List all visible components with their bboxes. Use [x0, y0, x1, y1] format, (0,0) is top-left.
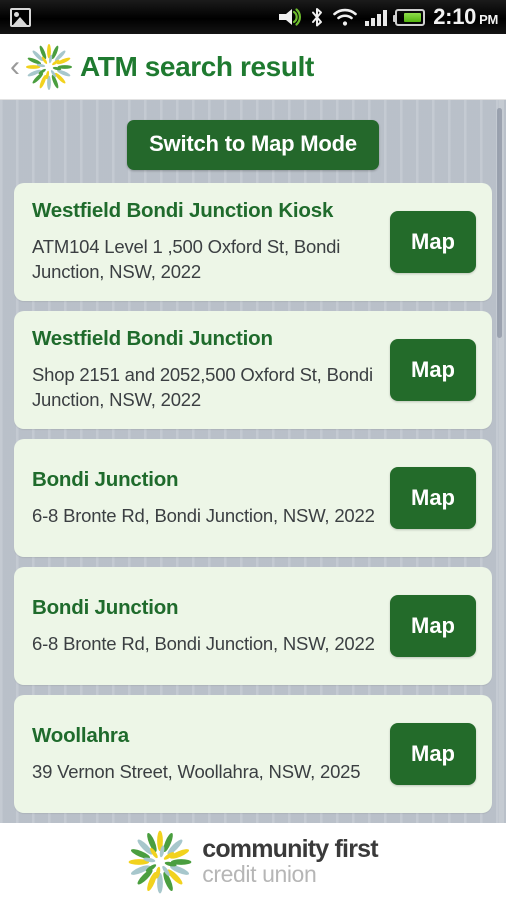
battery-icon [393, 8, 426, 26]
switch-to-map-mode-button[interactable]: Switch to Map Mode [127, 120, 379, 170]
atm-result-list: Westfield Bondi Junction Kiosk ATM104 Lev… [0, 183, 506, 813]
atm-result-card[interactable]: Westfield Bondi Junction Kiosk ATM104 Lev… [14, 183, 492, 301]
clock-ampm: PM [479, 12, 498, 27]
status-clock: 2:10 PM [433, 4, 498, 30]
mode-switch-container: Switch to Map Mode [0, 100, 506, 183]
map-button[interactable]: Map [390, 723, 476, 785]
community-first-starburst-icon [128, 830, 192, 894]
back-chevron-icon[interactable]: ‹ [6, 51, 24, 82]
wifi-icon [333, 8, 358, 27]
map-button[interactable]: Map [390, 467, 476, 529]
atm-address: Shop 2151 and 2052,500 Oxford St, Bondi … [32, 364, 373, 410]
atm-result-text: Bondi Junction 6-8 Bronte Rd, Bondi Junct… [32, 468, 390, 529]
brand-name-secondary: credit union [202, 861, 317, 887]
photo-icon [10, 7, 31, 27]
brand-wordmark: community first credit union [202, 837, 378, 886]
bluetooth-icon [309, 7, 325, 28]
scrollbar-thumb[interactable] [497, 108, 502, 338]
atm-address: 6-8 Bronte Rd, Bondi Junction, NSW, 2022 [32, 504, 375, 526]
atm-address: ATM104 Level 1 ,500 Oxford St, Bondi Jun… [32, 236, 341, 282]
ringer-sound-icon [277, 7, 302, 27]
atm-result-text: Bondi Junction 6-8 Bronte Rd, Bondi Junct… [32, 596, 390, 657]
atm-result-text: Woollahra 39 Vernon Street, Woollahra, NS… [32, 724, 390, 785]
atm-result-text: Westfield Bondi Junction Kiosk ATM104 Lev… [32, 199, 390, 284]
atm-name: Bondi Junction [32, 595, 179, 619]
atm-result-card[interactable]: Westfield Bondi Junction Shop 2151 and 20… [14, 311, 492, 429]
atm-result-card[interactable]: Woollahra 39 Vernon Street, Woollahra, NS… [14, 695, 492, 813]
cellular-signal-icon [365, 9, 388, 26]
brand-name-primary: community first [202, 835, 378, 863]
community-first-starburst-icon [25, 43, 73, 91]
atm-name: Woollahra [32, 723, 129, 747]
map-button[interactable]: Map [390, 211, 476, 273]
atm-address: 39 Vernon Street, Woollahra, NSW, 2025 [32, 760, 361, 782]
atm-name: Westfield Bondi Junction [32, 327, 273, 351]
atm-address: 6-8 Bronte Rd, Bondi Junction, NSW, 2022 [32, 632, 375, 654]
atm-result-card[interactable]: Bondi Junction 6-8 Bronte Rd, Bondi Junct… [14, 439, 492, 557]
atm-name: Westfield Bondi Junction Kiosk [32, 199, 334, 223]
results-scroll-area[interactable]: Switch to Map Mode Westfield Bondi Junct… [0, 100, 506, 823]
scrollbar-track[interactable] [497, 100, 504, 823]
status-bar: 2:10 PM [0, 0, 506, 34]
atm-result-text: Westfield Bondi Junction Shop 2151 and 20… [32, 327, 390, 412]
clock-time: 2:10 [433, 4, 477, 29]
atm-result-card[interactable]: Bondi Junction 6-8 Bronte Rd, Bondi Junct… [14, 567, 492, 685]
atm-name: Bondi Junction [32, 467, 179, 491]
page-title: ATM search result [80, 50, 314, 82]
map-button[interactable]: Map [390, 595, 476, 657]
map-button[interactable]: Map [390, 339, 476, 401]
app-header: ‹ ATM search result [0, 34, 506, 100]
app-footer: community first credit union [0, 823, 506, 900]
